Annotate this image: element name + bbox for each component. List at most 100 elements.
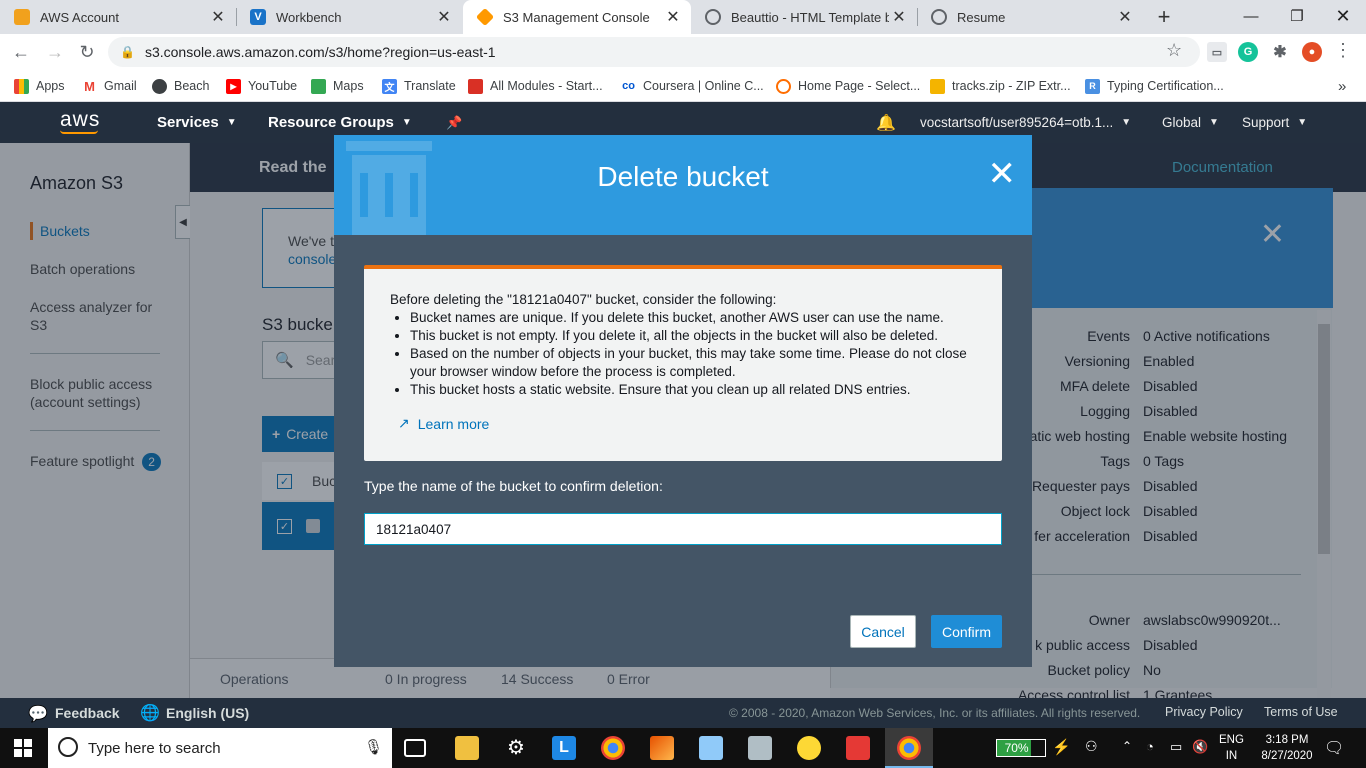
terms-of-use-link[interactable]: Terms of Use [1264,705,1338,719]
globe-icon [931,9,947,25]
battery-small-icon[interactable]: ▭ [1170,739,1182,755]
tab-resume[interactable]: Resume ✕ [917,0,1143,34]
bookmark-gmail[interactable]: M Gmail [82,70,137,102]
close-tab-icon[interactable]: ✕ [663,7,683,27]
volume-muted-icon[interactable]: 🔇 [1192,739,1208,755]
microphone-icon[interactable]: 🎙 [364,738,383,756]
services-label: Services [157,114,219,131]
taskbar-search-box[interactable]: Type here to search 🎙 [48,728,392,768]
cast-icon[interactable]: ▭ [1207,42,1227,62]
coursera-icon: co [621,78,636,94]
close-tab-icon[interactable]: ✕ [1115,7,1135,27]
maximize-button[interactable]: ❐ [1274,0,1320,32]
close-tab-icon[interactable]: ✕ [208,7,228,27]
chrome-icon[interactable] [601,736,625,760]
learn-more-link[interactable]: ↗ Learn more [398,415,1002,432]
close-window-button[interactable]: ✕ [1320,0,1366,32]
task-view-icon[interactable] [404,739,426,757]
more-bookmarks-button[interactable]: » [1338,70,1346,102]
close-modal-icon[interactable]: ✕ [988,157,1017,191]
external-link-icon: ↗ [398,415,410,431]
modal-title: Delete bucket [597,161,769,192]
globe-icon: 🌐 [140,705,160,722]
bookmark-label: Beach [174,79,210,93]
bookmark-label: YouTube [248,79,298,93]
bookmark-youtube[interactable]: ▶ YouTube [226,70,297,102]
battery-indicator[interactable]: 70% [996,739,1046,757]
bookmark-label: Gmail [104,79,137,93]
anydesk-icon[interactable] [846,736,870,760]
tab-aws-account[interactable]: AWS Account ✕ [0,0,236,34]
bookmark-apps[interactable]: Apps [14,70,65,102]
warning-intro: Before deleting the "18121a0407" bucket,… [390,292,777,307]
feedback-link[interactable]: Feedback [55,705,120,721]
services-menu[interactable]: Services ▼ [157,102,237,143]
bookmark-coursera[interactable]: co Coursera | Online C... [621,70,764,102]
bookmark-typing[interactable]: R Typing Certification... [1085,70,1224,102]
tab-s3-console[interactable]: S3 Management Console ✕ [463,0,691,34]
cancel-button[interactable]: Cancel [850,615,916,648]
more-menu-icon[interactable]: ⋮ [1334,40,1352,61]
tab-beauttio[interactable]: Beauttio - HTML Template by V ✕ [691,0,917,34]
matlab-icon[interactable] [650,736,674,760]
privacy-policy-link[interactable]: Privacy Policy [1165,705,1243,719]
bookmark-translate[interactable]: 文 Translate [382,70,456,102]
bookmark-home-page[interactable]: Home Page - Select... [776,70,920,102]
bookmark-star-icon[interactable]: ☆ [1166,40,1182,61]
app-l-icon[interactable]: L [552,736,576,760]
language-indicator[interactable]: ENG IN [1219,732,1244,764]
browser-tab-strip: AWS Account ✕ V Workbench ✕ S3 Managemen… [0,0,1366,34]
minimize-button[interactable]: — [1228,0,1274,32]
youtube-icon: ▶ [226,78,241,94]
chevron-up-icon[interactable]: ⌃ [1122,739,1132,753]
chrome-active-task[interactable] [885,728,933,768]
support-menu[interactable]: Support ▼ [1242,102,1307,143]
lock-icon: 🔒 [120,45,135,59]
close-tab-icon[interactable]: ✕ [889,7,909,27]
url-bar[interactable]: 🔒 s3.console.aws.amazon.com/s3/home?regi… [108,37,1200,67]
forward-arrow-icon[interactable]: → [40,34,70,70]
new-tab-button[interactable]: + [1150,2,1178,32]
bookmark-maps[interactable]: Maps [311,70,364,102]
chrome-icon [897,736,921,760]
desktop-app-icon[interactable] [748,736,772,760]
back-arrow-icon[interactable]: ← [6,34,36,70]
profile-avatar[interactable]: ● [1302,42,1322,62]
bucket-name-input[interactable] [364,513,1002,545]
tab-workbench[interactable]: V Workbench ✕ [236,0,462,34]
settings-gear-icon[interactable]: ⚙ [504,736,528,760]
extensions-puzzle-icon[interactable]: ✱ [1270,42,1290,62]
battery-percent: 70% [997,740,1031,756]
warning-item: Based on the number of objects in your b… [410,345,970,381]
region-code: IN [1225,750,1238,762]
vocareum-icon: V [250,9,266,25]
globe-icon [152,78,167,94]
tab-title: S3 Management Console [503,9,650,25]
bookmark-beach[interactable]: Beach [152,70,209,102]
notification-icon[interactable]: 🗨 [1324,738,1344,758]
network-app-icon[interactable] [699,736,723,760]
language-code: ENG [1219,734,1244,746]
cortana-icon [58,737,78,757]
translate-icon: 文 [382,78,397,94]
wifi-icon[interactable]: ◔ [1146,739,1154,754]
windows-taskbar: Type here to search 🎙 ⚙ L 70% ⚡ ⚇ ⌃ ◔ ▭ … [0,728,1366,768]
account-label: vocstartsoft/user895264=otb.1... [920,115,1114,130]
file-explorer-icon[interactable] [455,736,479,760]
language-selector[interactable]: English (US) [166,705,249,721]
confirm-button[interactable]: Confirm [931,615,1002,648]
close-tab-icon[interactable]: ✕ [434,7,454,27]
clock[interactable]: 3:18 PM 8/27/2020 [1252,732,1322,764]
region-menu[interactable]: Global ▼ [1162,102,1219,143]
warning-item: This bucket is not empty. If you delete … [410,327,1002,345]
aws-logo[interactable]: aws [60,102,100,143]
reload-icon[interactable]: ↻ [72,34,102,70]
bookmark-all-modules[interactable]: All Modules - Start... [468,70,603,102]
people-icon[interactable]: ⚇ [1085,738,1098,755]
support-label: Support [1242,115,1290,130]
grammarly-icon[interactable]: G [1238,42,1258,62]
gmail-icon: M [82,78,97,94]
bookmark-tracks-zip[interactable]: tracks.zip - ZIP Extr... [930,70,1071,102]
windows-start-icon[interactable] [14,739,32,757]
sticky-app-icon[interactable] [797,736,821,760]
